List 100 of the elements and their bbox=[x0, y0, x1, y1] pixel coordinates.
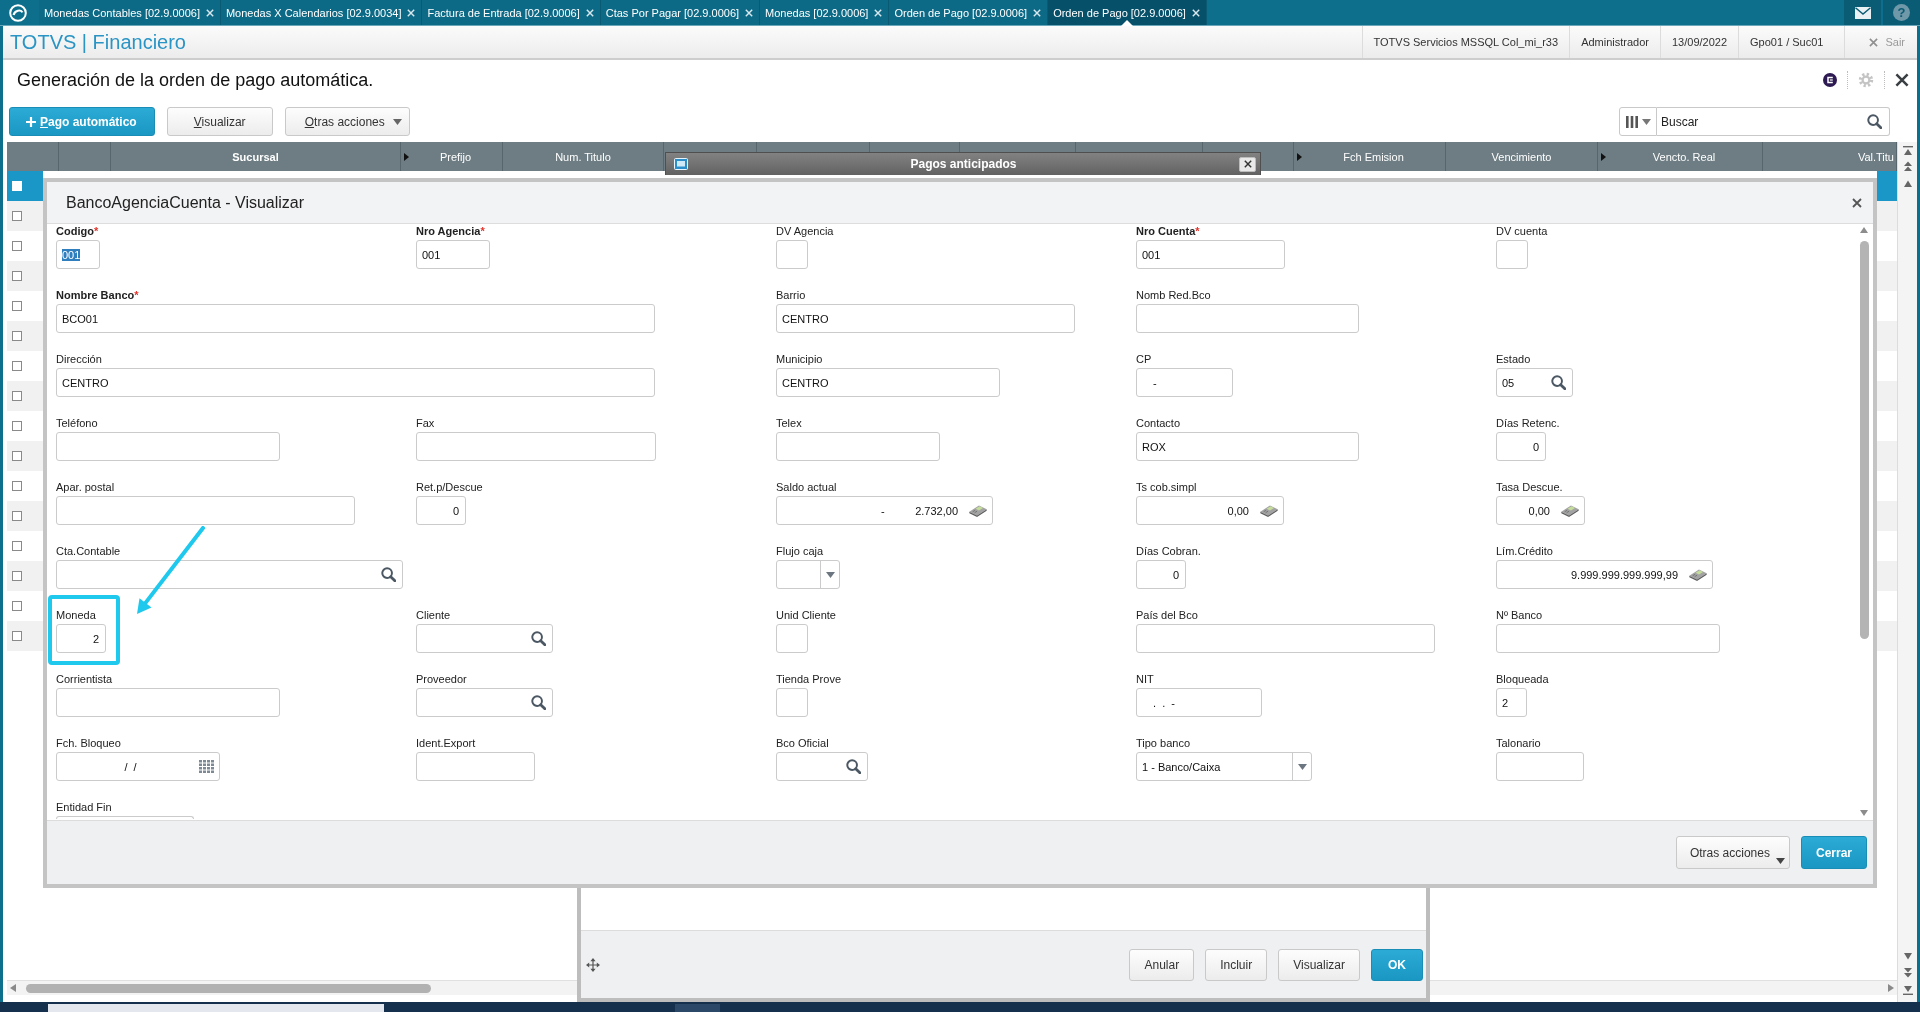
tab[interactable]: Monedas X Calendarios [02.9.0034] bbox=[220, 0, 423, 25]
input-field[interactable]: 2 bbox=[1496, 688, 1527, 717]
lookup-field[interactable] bbox=[416, 688, 553, 717]
column-chooser-button[interactable] bbox=[1619, 107, 1657, 136]
lookup-field[interactable] bbox=[776, 752, 868, 781]
input-field[interactable] bbox=[1136, 624, 1435, 653]
row-checkbox[interactable] bbox=[12, 391, 22, 401]
column-header[interactable]: Sucursal bbox=[111, 142, 401, 171]
row-checkbox[interactable] bbox=[12, 241, 22, 251]
scroll-right-icon[interactable] bbox=[1888, 984, 1894, 992]
column-header[interactable]: Num. Titulo bbox=[503, 142, 664, 171]
input-field[interactable] bbox=[1136, 304, 1359, 333]
move-icon[interactable] bbox=[586, 957, 600, 972]
row-checkbox[interactable] bbox=[12, 211, 22, 221]
row-checkbox[interactable] bbox=[12, 361, 22, 371]
currency-field[interactable]: 9.999.999.999.999,99 bbox=[1496, 560, 1713, 589]
input-field[interactable]: 2 bbox=[56, 624, 106, 653]
input-field[interactable] bbox=[56, 816, 194, 819]
input-field[interactable]: CENTRO bbox=[56, 368, 655, 397]
row-checkbox[interactable] bbox=[12, 421, 22, 431]
row-checkbox[interactable] bbox=[12, 331, 22, 341]
menu-button[interactable]: Otras acciones bbox=[1675, 836, 1790, 869]
currency-field[interactable]: 0,00 bbox=[1496, 496, 1585, 525]
menu-button[interactable]: Otras acciones bbox=[284, 107, 410, 136]
input-field[interactable] bbox=[416, 752, 535, 781]
input-field[interactable] bbox=[776, 624, 808, 653]
search-icon[interactable] bbox=[1867, 114, 1882, 129]
row-checkbox[interactable] bbox=[12, 511, 22, 521]
row-checkbox[interactable] bbox=[12, 541, 22, 551]
logo-icon[interactable] bbox=[9, 4, 27, 22]
dialog-button[interactable]: Anular bbox=[1129, 948, 1195, 981]
input-field[interactable]: . . - bbox=[1136, 688, 1262, 717]
calculator-icon[interactable] bbox=[968, 504, 988, 517]
tab[interactable]: Monedas [02.9.0006] bbox=[760, 0, 890, 25]
input-field[interactable] bbox=[416, 432, 656, 461]
input-field[interactable]: 0 bbox=[1136, 560, 1186, 589]
tab[interactable]: Orden de Pago [02.9.0006] bbox=[1048, 0, 1207, 25]
page-up-icon[interactable] bbox=[1902, 161, 1913, 171]
lookup-field[interactable] bbox=[56, 560, 403, 589]
toolbar-button[interactable]: Visualizar bbox=[166, 107, 273, 136]
row-checkbox[interactable] bbox=[12, 271, 22, 281]
input-field[interactable] bbox=[1496, 240, 1528, 269]
dropdown-field[interactable] bbox=[776, 560, 840, 589]
row-checkbox[interactable] bbox=[12, 571, 22, 581]
scroll-left-icon[interactable] bbox=[10, 984, 16, 992]
row-checkbox[interactable] bbox=[12, 481, 22, 491]
input-field[interactable] bbox=[56, 432, 280, 461]
input-field[interactable]: 001 bbox=[1136, 240, 1285, 269]
input-field[interactable]: 0 bbox=[416, 496, 466, 525]
badge-icon[interactable] bbox=[1823, 73, 1837, 87]
input-field[interactable]: - bbox=[1136, 368, 1233, 397]
input-field[interactable]: 0 bbox=[1496, 432, 1546, 461]
row-checkbox[interactable] bbox=[12, 631, 22, 641]
input-field[interactable]: 001 bbox=[416, 240, 490, 269]
scrollbar-thumb[interactable] bbox=[1859, 241, 1869, 639]
row-checkbox[interactable] bbox=[12, 601, 22, 611]
scroll-up-icon[interactable] bbox=[1902, 180, 1913, 187]
input-field[interactable] bbox=[1496, 624, 1720, 653]
currency-field[interactable]: 0,00 bbox=[1136, 496, 1284, 525]
scroll-top-icon[interactable] bbox=[1902, 146, 1913, 155]
tab[interactable]: Factura de Entrada [02.9.0006] bbox=[422, 0, 601, 25]
search-icon[interactable] bbox=[1551, 375, 1566, 390]
settings-icon[interactable] bbox=[1858, 72, 1874, 88]
row-checkbox[interactable] bbox=[12, 451, 22, 461]
row-checkbox[interactable] bbox=[12, 301, 22, 311]
scroll-down-icon[interactable] bbox=[1860, 810, 1868, 816]
search-field[interactable]: Buscar bbox=[1657, 107, 1890, 136]
dialog-button[interactable]: Visualizar bbox=[1278, 948, 1360, 981]
close-icon[interactable] bbox=[1852, 197, 1862, 208]
scroll-up-icon[interactable] bbox=[1860, 227, 1868, 233]
date-field[interactable]: / / bbox=[56, 752, 220, 781]
input-field[interactable] bbox=[56, 688, 280, 717]
input-field[interactable] bbox=[776, 240, 808, 269]
calculator-icon[interactable] bbox=[1688, 568, 1708, 581]
tab[interactable]: Orden de Pago [02.9.0006] bbox=[889, 0, 1049, 25]
lookup-field[interactable]: 05 bbox=[1496, 368, 1573, 397]
input-field[interactable]: ROX bbox=[1136, 432, 1359, 461]
tab[interactable]: Ctas Por Pagar [02.9.0006] bbox=[600, 0, 761, 25]
tab[interactable]: Monedas Contables [02.9.0006] bbox=[39, 0, 221, 25]
mail-button[interactable] bbox=[1844, 0, 1881, 25]
input-field[interactable] bbox=[1496, 752, 1584, 781]
search-icon[interactable] bbox=[531, 695, 546, 710]
column-header[interactable]: Fch Emision bbox=[1294, 142, 1446, 171]
close-icon[interactable] bbox=[1895, 73, 1909, 87]
search-icon[interactable] bbox=[381, 567, 396, 582]
scroll-down-icon[interactable] bbox=[1902, 953, 1913, 960]
dropdown-field[interactable]: 1 - Banco/Caixa bbox=[1136, 752, 1312, 781]
calculator-icon[interactable] bbox=[1259, 504, 1279, 517]
column-header[interactable]: Vencto. Real bbox=[1598, 142, 1763, 171]
input-field[interactable] bbox=[776, 432, 940, 461]
input-field[interactable] bbox=[776, 688, 808, 717]
currency-field[interactable]: - 2.732,00 bbox=[776, 496, 993, 525]
search-icon[interactable] bbox=[846, 759, 861, 774]
scrollbar-thumb[interactable] bbox=[26, 983, 431, 993]
column-header[interactable]: Prefijo bbox=[401, 142, 503, 171]
lookup-field[interactable] bbox=[416, 624, 553, 653]
search-icon[interactable] bbox=[531, 631, 546, 646]
input-field[interactable]: CENTRO bbox=[776, 368, 1000, 397]
column-header[interactable]: Vencimiento bbox=[1446, 142, 1598, 171]
page-down-icon[interactable] bbox=[1902, 968, 1913, 978]
